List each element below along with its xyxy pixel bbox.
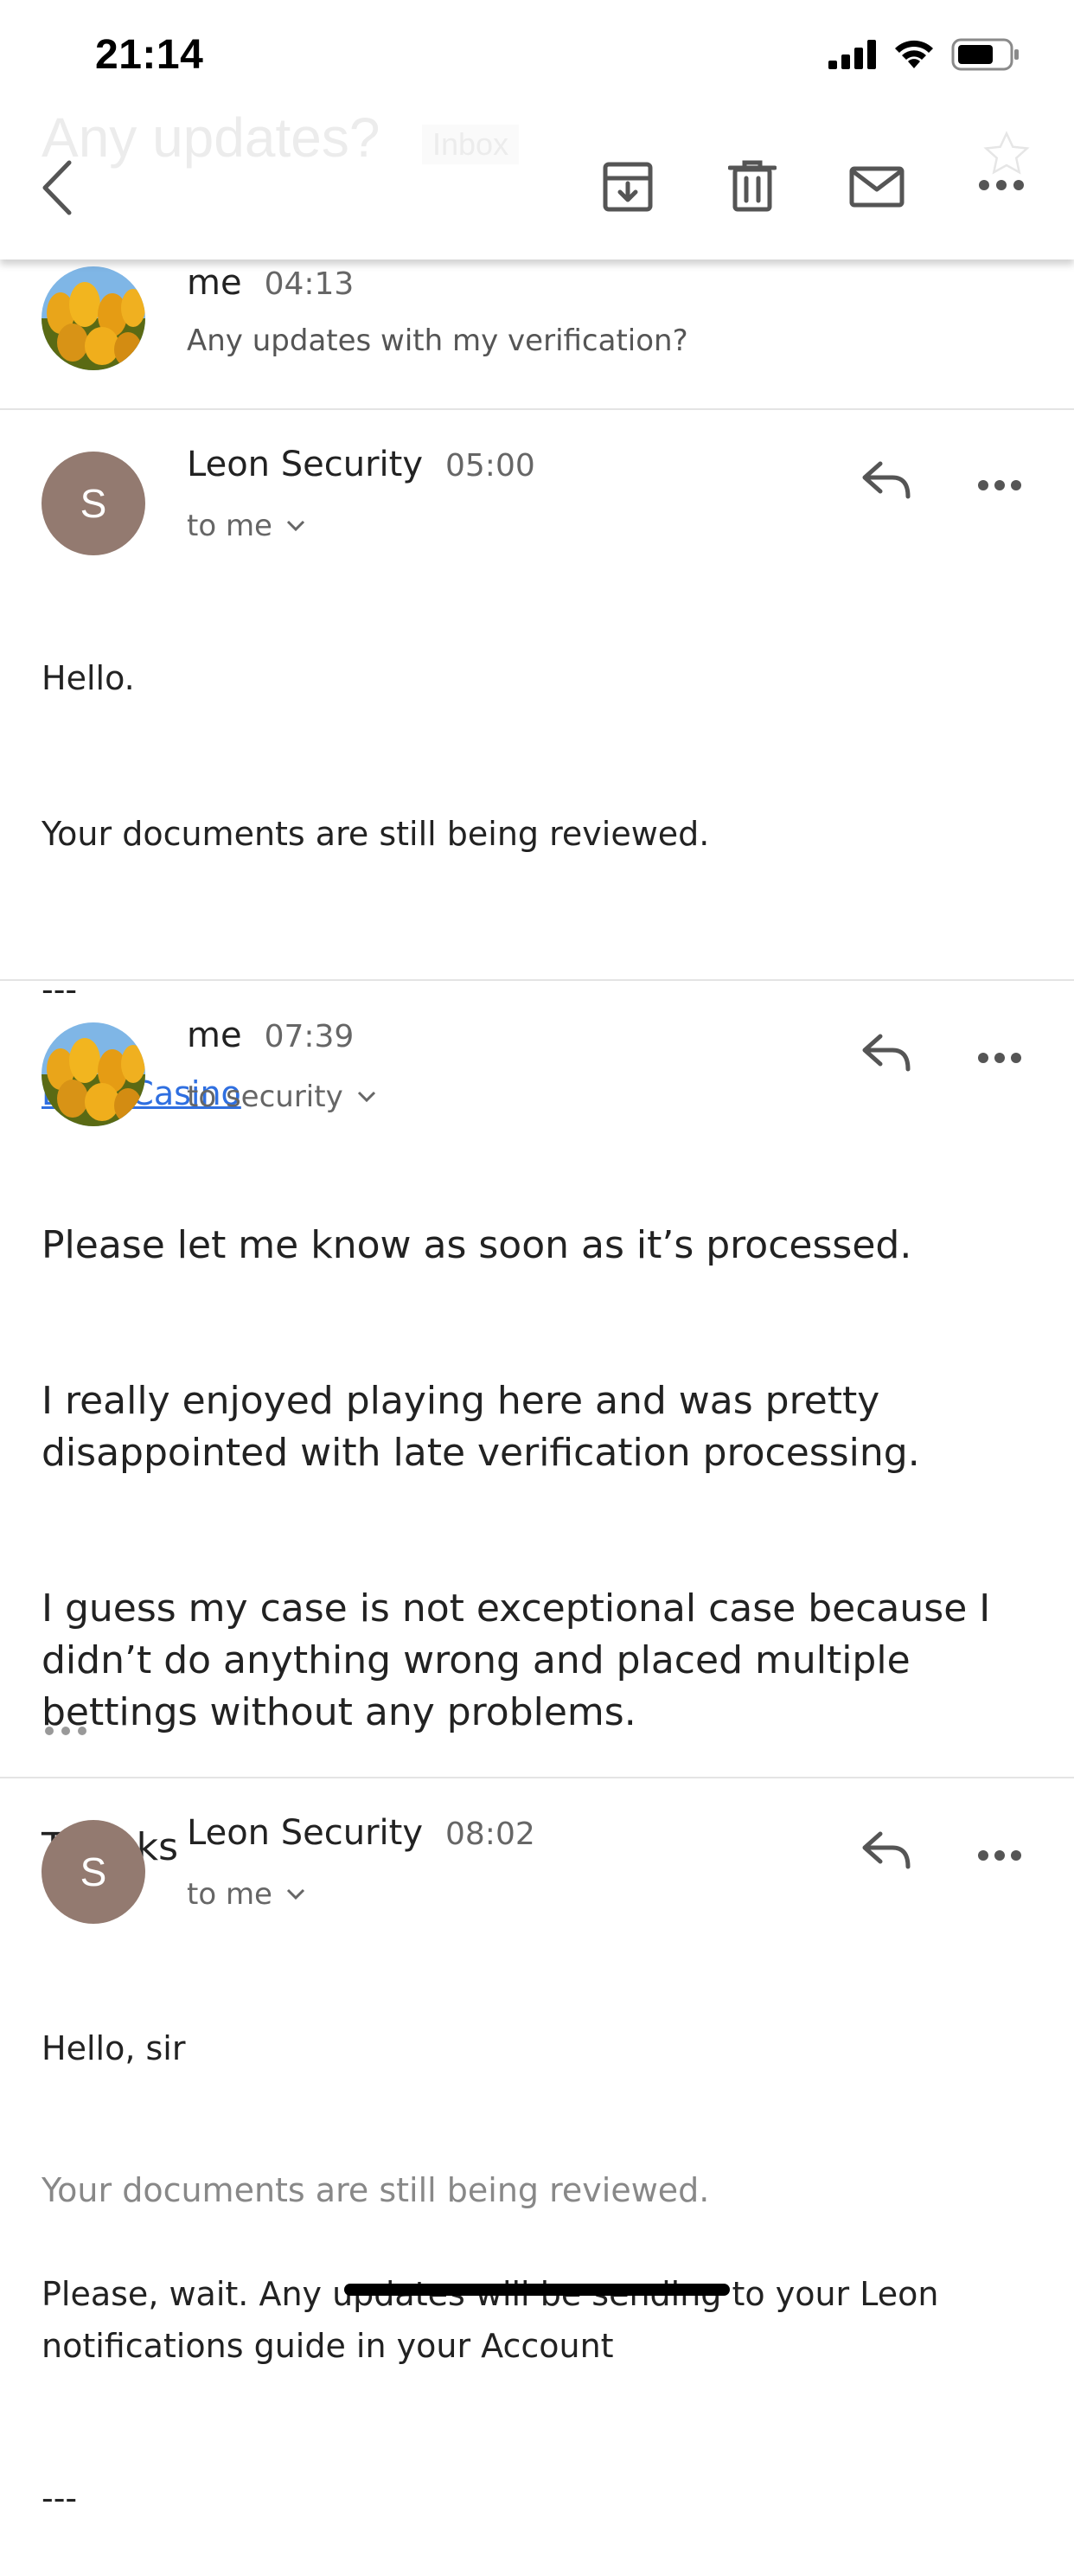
sender-line: me 04:13 [187, 263, 354, 303]
sender-name: Leon Security [187, 445, 423, 484]
recipient-text: to me [187, 1877, 272, 1912]
trash-icon[interactable] [728, 159, 777, 213]
more-icon[interactable] [977, 178, 1026, 192]
signature-separator: --- [42, 2479, 78, 2517]
mail-icon[interactable] [849, 166, 905, 208]
more-icon[interactable] [977, 1849, 1022, 1862]
chevron-down-icon [286, 520, 305, 532]
status-bar: 21:14 [0, 0, 1074, 104]
avatar: S [42, 452, 145, 555]
avatar [42, 1022, 145, 1126]
body-greeting: Hello, sir [42, 2029, 186, 2067]
inbox-label: Inbox [422, 125, 520, 164]
signature-separator: --- [42, 971, 78, 1009]
message-body: Hello, sir Your documents are still bein… [42, 1970, 1036, 2576]
more-icon[interactable] [977, 1052, 1022, 1064]
tulip-avatar-icon [42, 266, 145, 370]
show-trimmed-content-icon[interactable] [43, 1725, 88, 1737]
cellular-signal-icon [828, 40, 876, 69]
top-action-bar: Any updates? Inbox [0, 104, 1074, 260]
more-icon[interactable] [977, 479, 1022, 491]
quoted-text: Your documents are still being reviewed. [42, 2171, 710, 2209]
message-snippet: Any updates with my verification? [187, 324, 688, 358]
reply-icon[interactable] [861, 460, 911, 500]
recipient-text: to security [187, 1080, 343, 1114]
email-subject: Any updates? [42, 106, 380, 169]
body-paragraph: I guess my case is not exceptional case … [42, 1586, 991, 1734]
sender-name: Leon Security [187, 1813, 423, 1853]
avatar-letter: S [80, 481, 107, 526]
archive-icon[interactable] [602, 161, 654, 213]
message-time: 07:39 [264, 1019, 355, 1054]
wifi-icon [895, 40, 933, 68]
sender-name: me [187, 1016, 242, 1055]
status-time: 21:14 [95, 32, 204, 78]
sender-name: me [187, 263, 242, 303]
body-paragraph: I really enjoyed playing here and was pr… [42, 1379, 920, 1475]
sender-line: Leon Security 05:00 [187, 445, 535, 484]
back-icon[interactable] [36, 157, 80, 218]
body-line: Your documents are still being reviewed. [42, 815, 710, 853]
message-time: 05:00 [445, 448, 535, 484]
reply-icon[interactable] [861, 1830, 911, 1870]
star-icon[interactable] [981, 128, 1032, 180]
message-time: 04:13 [264, 266, 355, 302]
recipient-details-toggle[interactable]: to me [187, 509, 305, 543]
tulip-avatar-icon [42, 1022, 145, 1126]
chevron-down-icon [357, 1091, 375, 1103]
divider [0, 1777, 1074, 1778]
body-paragraph: Please let me know as soon as it’s proce… [42, 1223, 912, 1267]
recipient-text: to me [187, 509, 272, 543]
chevron-down-icon [286, 1888, 305, 1900]
battery-icon [951, 38, 1019, 71]
avatar-letter: S [80, 1849, 107, 1894]
message-time: 08:02 [445, 1817, 535, 1852]
sender-line: me 07:39 [187, 1016, 354, 1055]
home-indicator[interactable] [344, 2284, 730, 2296]
status-icons [828, 38, 1020, 71]
divider [0, 408, 1074, 410]
reply-icon[interactable] [861, 1033, 911, 1073]
sender-line: Leon Security 08:02 [187, 1813, 535, 1853]
recipient-details-toggle[interactable]: to security [187, 1080, 376, 1114]
avatar [42, 266, 145, 370]
body-greeting: Hello. [42, 659, 135, 697]
divider [0, 979, 1074, 981]
avatar: S [42, 1820, 145, 1924]
recipient-details-toggle[interactable]: to me [187, 1877, 305, 1912]
message-body: Please let me know as soon as it’s proce… [42, 1168, 1036, 1926]
